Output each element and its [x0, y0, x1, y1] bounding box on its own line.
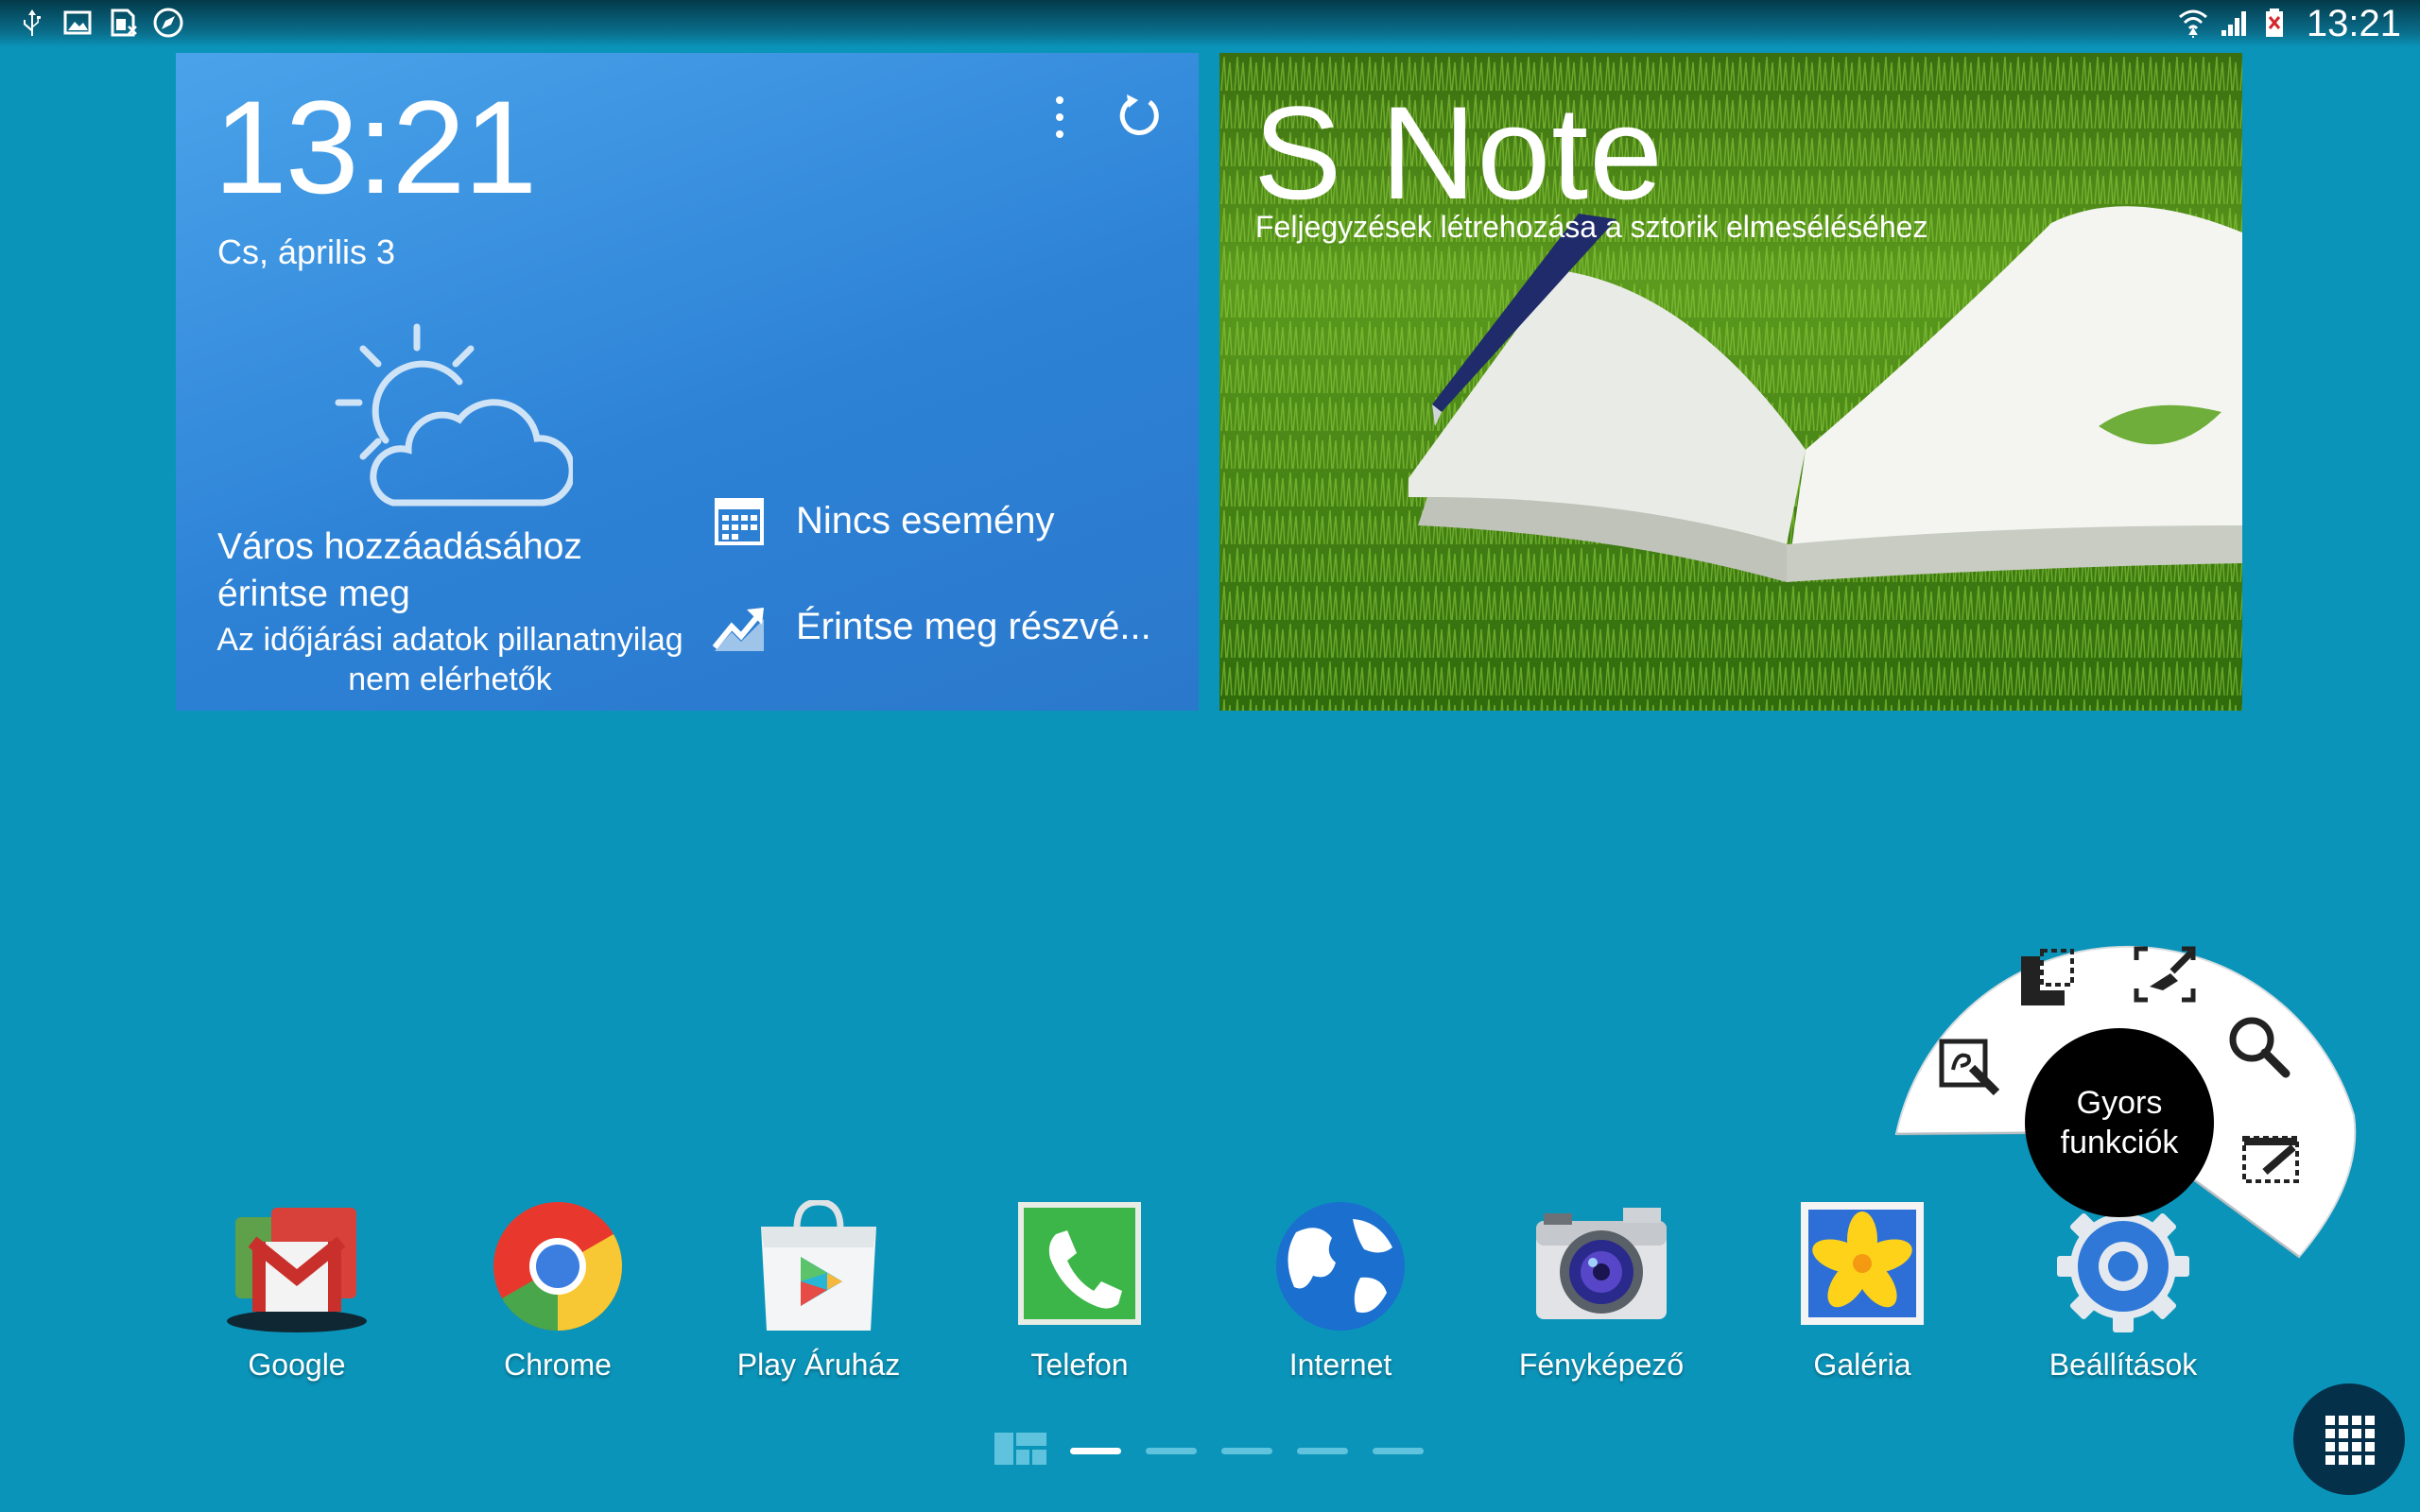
pen-window-icon[interactable] — [2237, 1125, 2312, 1200]
status-bar: 13:21 — [0, 0, 2420, 47]
widget-date: Cs, április 3 — [217, 232, 396, 271]
stocks-text: Érintse meg részvé... — [796, 605, 1151, 647]
chrome-icon — [493, 1201, 623, 1332]
page-dot-1[interactable] — [1070, 1448, 1121, 1454]
weather-clock-widget[interactable]: 13:21 Cs, április 3 Város hozzáadásához … — [176, 53, 1199, 711]
snote-title: S Note — [1253, 78, 1664, 227]
camera-icon — [1536, 1208, 1667, 1319]
weather-unavailable-text: Az időjárási adatok pillanatnyilag nem e… — [216, 622, 683, 697]
stocks-row[interactable]: Érintse meg részvé... — [711, 593, 1151, 660]
apps-grid-icon — [2325, 1416, 2375, 1465]
screen-write-icon[interactable] — [2129, 937, 2204, 1013]
play-store-icon — [761, 1200, 876, 1331]
google-folder-icon — [227, 1208, 367, 1332]
page-dot-5[interactable] — [1373, 1448, 1424, 1454]
home-screen: 13:21 13:21 Cs, április 3 Város hozzáadá… — [0, 0, 2420, 1512]
app-label: Fényképező — [1518, 1348, 1685, 1382]
stocks-chart-icon — [712, 608, 764, 651]
app-label: Beállítások — [2048, 1348, 2198, 1382]
app-label: Internet — [1288, 1348, 1392, 1382]
app-label: Google — [248, 1348, 346, 1382]
widget-clock: 13:21 — [214, 73, 537, 221]
snote-widget[interactable]: S Note Feljegyzések létrehozása a sztori… — [1219, 53, 2242, 711]
snote-subtitle: Feljegyzések létrehozása a sztorik elmes… — [1255, 210, 1928, 244]
phone-icon — [1018, 1202, 1141, 1325]
weather-add-city[interactable]: Város hozzáadásához érintse meg — [217, 524, 690, 618]
page-dot-3[interactable] — [1221, 1448, 1272, 1454]
app-play-store[interactable]: Play Áruház — [705, 1200, 932, 1399]
page-dot-4[interactable] — [1297, 1448, 1348, 1454]
compass-icon — [153, 8, 183, 38]
scrap-booker-icon[interactable] — [2010, 943, 2085, 1019]
apps-button[interactable] — [2293, 1383, 2405, 1495]
calendar-row[interactable]: Nincs esemény — [711, 488, 1054, 554]
usb-icon — [24, 9, 41, 36]
refresh-icon[interactable] — [1112, 87, 1168, 144]
app-chrome[interactable]: Chrome — [444, 1200, 671, 1399]
signal-icon — [2221, 11, 2246, 36]
app-label: Chrome — [504, 1348, 612, 1382]
globe-icon — [1276, 1202, 1405, 1331]
home-pages-icon[interactable] — [993, 1427, 1049, 1469]
app-internet[interactable]: Internet — [1227, 1200, 1454, 1399]
air-command-center[interactable]: Gyors funkciók — [2025, 1028, 2214, 1217]
calendar-icon — [715, 498, 764, 545]
page-dot-2[interactable] — [1146, 1448, 1197, 1454]
air-command-label: Gyors funkciók — [2060, 1085, 2179, 1160]
image-icon — [63, 10, 92, 35]
app-google[interactable]: Google — [183, 1200, 410, 1399]
app-phone[interactable]: Telefon — [966, 1200, 1193, 1399]
app-label: Play Áruház — [736, 1348, 901, 1382]
wifi-icon — [2179, 9, 2207, 38]
s-finder-icon[interactable] — [2221, 1009, 2297, 1085]
app-label: Telefon — [1030, 1348, 1129, 1382]
sim-icon — [111, 9, 137, 37]
app-camera[interactable]: Fényképező — [1488, 1200, 1715, 1399]
app-label: Galéria — [1813, 1348, 1911, 1382]
status-time: 13:21 — [2306, 3, 2401, 44]
overflow-menu-icon[interactable] — [1046, 91, 1074, 147]
battery-icon — [2266, 9, 2283, 37]
partly-cloudy-icon — [335, 323, 573, 507]
action-memo-icon[interactable] — [1934, 1028, 2010, 1104]
calendar-text: Nincs esemény — [796, 499, 1055, 541]
